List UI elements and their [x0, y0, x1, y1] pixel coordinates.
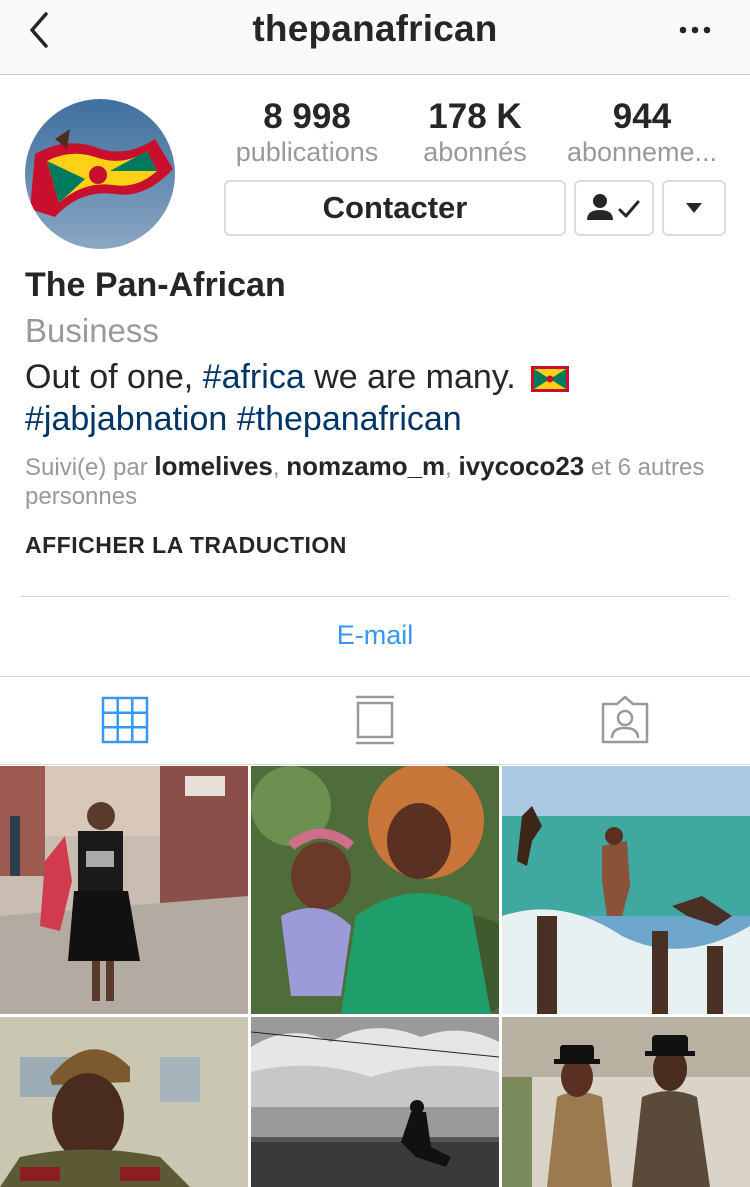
tab-feed[interactable]	[345, 694, 405, 746]
post-thumbnail[interactable]	[251, 766, 499, 1014]
profile-display-name: The Pan-African	[25, 266, 286, 304]
stat-following-count: 944	[612, 97, 672, 136]
grenada-flag-icon	[531, 366, 570, 392]
avatar[interactable]	[25, 99, 175, 249]
mother-baby-photo	[251, 766, 499, 1014]
following-button[interactable]	[574, 180, 654, 236]
stat-followers-label: abonnés	[423, 138, 527, 166]
suggestions-dropdown-button[interactable]	[662, 180, 726, 236]
soldier-portrait-photo	[0, 1017, 248, 1187]
stat-followers-count: 178 K	[428, 97, 522, 136]
profile-username-title: thepanafrican	[252, 8, 498, 49]
tab-grid[interactable]	[95, 694, 155, 746]
hashtag-jabjabnation[interactable]: #jabjabnation	[25, 400, 227, 438]
gentlemen-vintage-photo	[502, 1017, 750, 1187]
hashtag-thepanafrican[interactable]: #thepanafrican	[237, 400, 462, 438]
stat-posts-label: publications	[235, 138, 379, 166]
stat-following-label: abonneme...	[566, 138, 718, 166]
kids-jumping-sea-photo	[502, 766, 750, 1014]
profile-stats: 8 998 publications 178 K abonnés 944 abo…	[222, 96, 732, 166]
caret-down-icon	[686, 203, 702, 213]
email-button[interactable]: E-mail	[0, 620, 750, 651]
top-nav-bar: thepanafrican	[0, 0, 750, 75]
hashtag-africa[interactable]: #africa	[203, 358, 305, 396]
post-thumbnail[interactable]	[502, 1017, 750, 1187]
follower-username[interactable]: ivycoco23	[459, 451, 585, 481]
feed-icon	[356, 695, 394, 745]
follower-username[interactable]: lomelives	[154, 451, 273, 481]
stat-posts-count: 8 998	[263, 97, 351, 136]
followed-by-prefix: Suivi(e) par	[25, 454, 155, 481]
post-thumbnail[interactable]	[502, 766, 750, 1014]
tagged-person-icon	[601, 695, 649, 744]
divider	[0, 676, 750, 677]
stat-followers[interactable]: 178 K abonnés	[390, 96, 560, 166]
show-translation-button[interactable]: AFFICHER LA TRADUCTION	[25, 532, 347, 559]
stat-posts[interactable]: 8 998 publications	[222, 96, 392, 166]
grid-icon	[101, 696, 149, 744]
profile-bio: Out of one, #africa we are many. #jabjab…	[25, 356, 725, 440]
tab-tagged[interactable]	[595, 694, 655, 746]
bio-text: we are many.	[304, 358, 516, 396]
profile-category: Business	[25, 312, 159, 349]
followed-by-text: Suivi(e) par lomelives, nomzamo_m, ivyco…	[25, 451, 705, 511]
divider	[0, 764, 750, 765]
man-by-sea-bw-photo	[251, 1017, 499, 1187]
ellipsis-icon[interactable]	[678, 18, 712, 42]
post-thumbnail[interactable]	[0, 766, 248, 1014]
post-thumbnail[interactable]	[251, 1017, 499, 1187]
woman-street-photo	[0, 766, 248, 1014]
post-thumbnail[interactable]	[0, 1017, 248, 1187]
contact-button[interactable]: Contacter	[224, 180, 566, 236]
divider	[20, 596, 730, 597]
stat-following[interactable]: 944 abonneme...	[557, 96, 727, 166]
follower-username[interactable]: nomzamo_m	[286, 451, 445, 481]
posts-grid	[0, 766, 750, 1187]
grenada-flag-image	[25, 99, 175, 249]
bio-text: Out of one,	[25, 358, 203, 396]
person-check-icon	[587, 194, 640, 220]
